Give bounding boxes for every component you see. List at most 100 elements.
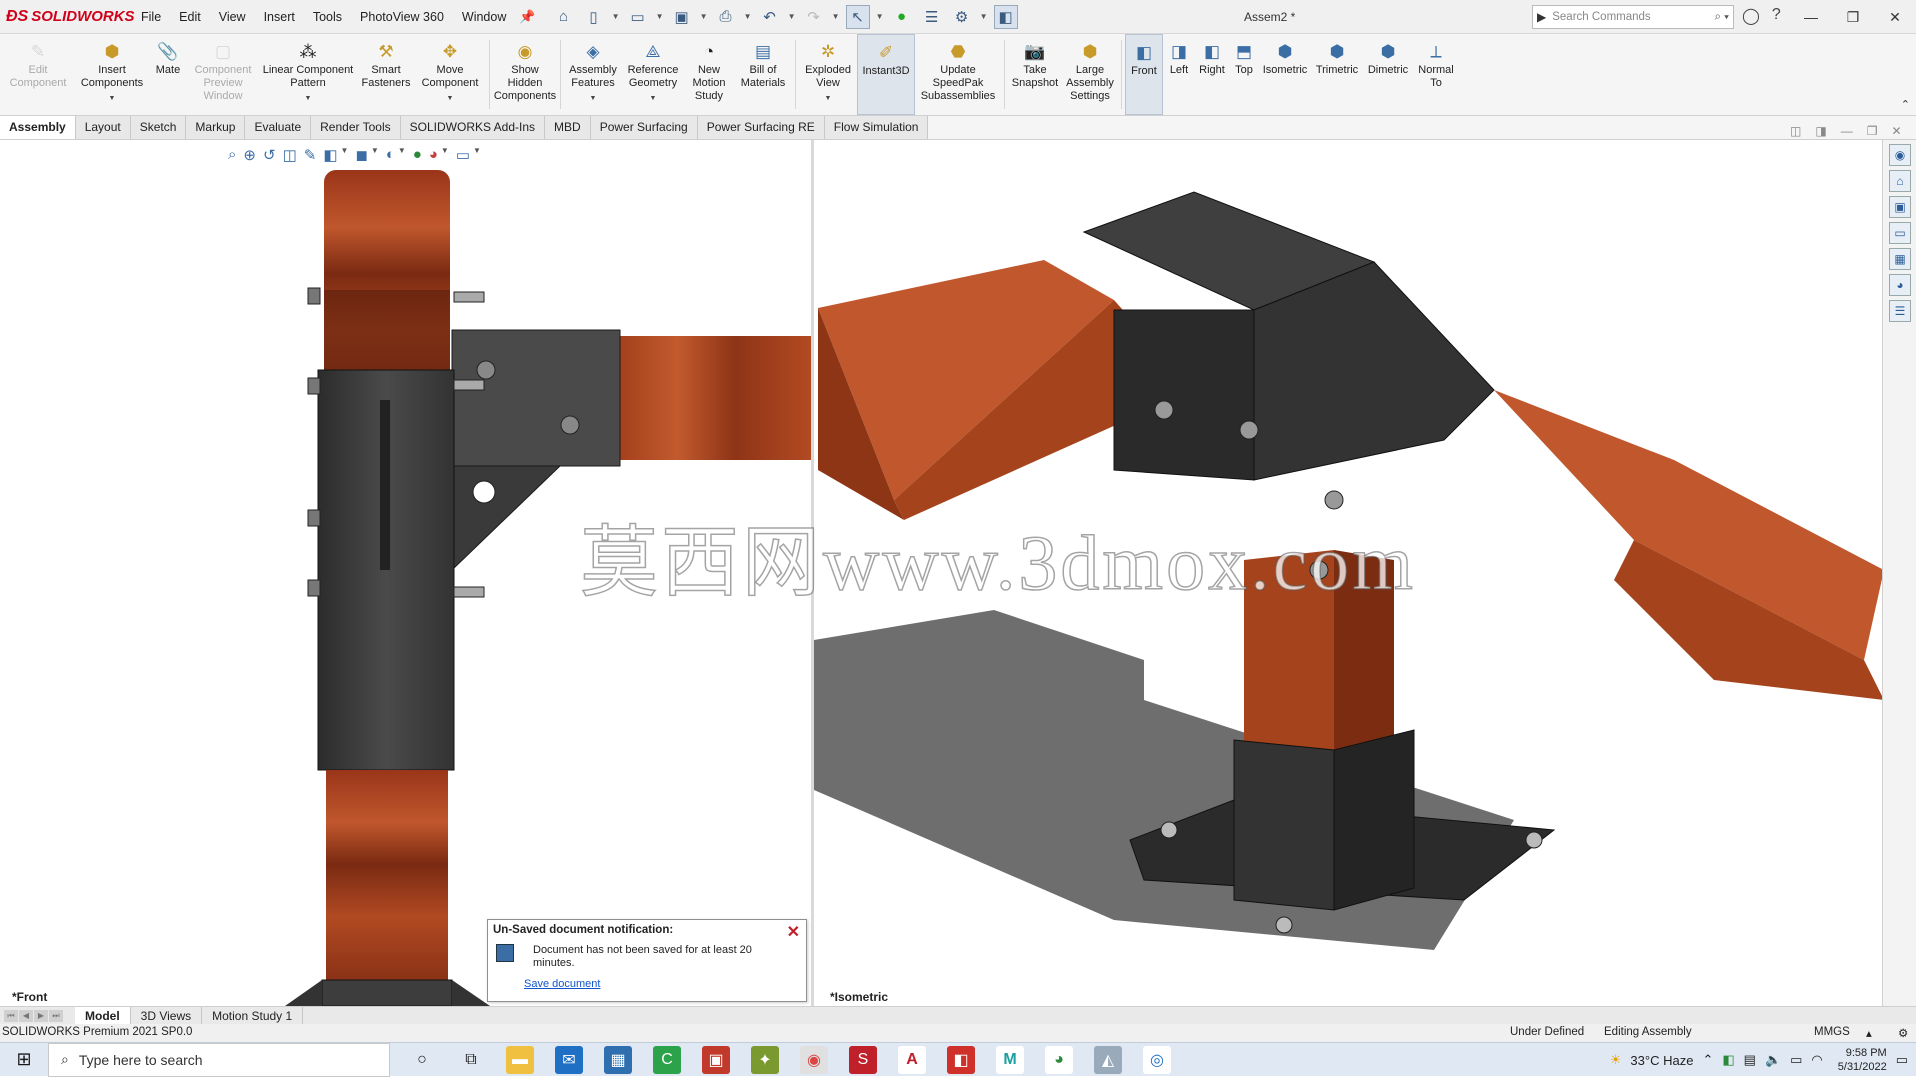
- chevron-down-icon[interactable]: ▼: [700, 12, 708, 21]
- weather-icon[interactable]: ☀: [1610, 1052, 1622, 1068]
- chevron-down-icon[interactable]: ▼: [305, 92, 312, 105]
- chevron-down-icon[interactable]: ▼: [109, 92, 116, 105]
- view-palette-icon[interactable]: ▭: [1889, 222, 1911, 244]
- front-view-button[interactable]: ◧ Front: [1125, 34, 1163, 115]
- chevron-down-icon[interactable]: ▼: [590, 92, 597, 105]
- network-icon[interactable]: ▤: [1744, 1052, 1756, 1068]
- traffic-light-icon[interactable]: ●: [890, 5, 914, 29]
- custom-properties-icon[interactable]: ☰: [1889, 300, 1911, 322]
- tab-markup[interactable]: Markup: [186, 116, 246, 139]
- undo-icon[interactable]: ↶: [758, 5, 782, 29]
- dynamic-annotation-icon[interactable]: ✎: [304, 146, 317, 164]
- maps-icon[interactable]: ◕: [1045, 1045, 1073, 1074]
- minimize-view-icon[interactable]: —: [1841, 124, 1853, 138]
- battery-icon[interactable]: ▭: [1790, 1052, 1802, 1068]
- scenes-icon[interactable]: ◕: [1889, 274, 1911, 296]
- section-view-icon[interactable]: ◫: [283, 146, 297, 164]
- chevron-down-icon[interactable]: ▼: [980, 12, 988, 21]
- save-document-link[interactable]: Save document: [524, 978, 600, 990]
- assembly-features-button[interactable]: ◈ Assembly Features ▼: [564, 34, 622, 115]
- edit-appearance-icon[interactable]: ●: [413, 146, 422, 164]
- last-tab-icon[interactable]: ⏭: [49, 1009, 63, 1022]
- acrobat-icon[interactable]: ◧: [947, 1045, 975, 1074]
- zoom-area-icon[interactable]: ⊕: [243, 146, 256, 164]
- display-style-icon[interactable]: ◼: [355, 146, 367, 164]
- menu-window[interactable]: Window: [453, 0, 515, 34]
- chrome-icon[interactable]: ◉: [800, 1045, 828, 1074]
- restore-icon[interactable]: ❐: [1832, 0, 1874, 34]
- taskbar-search-field[interactable]: ⌕ Type here to search: [48, 1042, 390, 1077]
- options-gear-icon[interactable]: ⚙: [950, 5, 974, 29]
- isometric-button[interactable]: ⬢ Isometric: [1259, 34, 1311, 115]
- right-view-button[interactable]: ◧ Right: [1195, 34, 1229, 115]
- sketchup-icon[interactable]: ◭: [1094, 1045, 1122, 1074]
- close-notification-icon[interactable]: ✕: [787, 922, 800, 942]
- first-tab-icon[interactable]: ⏮: [4, 1009, 18, 1022]
- new-document-icon[interactable]: ▯: [582, 5, 606, 29]
- solidworks-logo[interactable]: ƉS SOLIDWORKS: [0, 8, 135, 26]
- chevron-down-icon[interactable]: ▼: [441, 146, 449, 164]
- menu-tools[interactable]: Tools: [304, 0, 351, 34]
- chevron-down-icon[interactable]: ▼: [656, 12, 664, 21]
- chevron-down-icon[interactable]: ▼: [832, 12, 840, 21]
- move-component-button[interactable]: ✥ Move Component ▼: [414, 34, 486, 115]
- linear-pattern-button[interactable]: ⁂ Linear Component Pattern ▼: [258, 34, 358, 115]
- tab-model[interactable]: Model: [75, 1006, 131, 1025]
- pin-icon[interactable]: 📌: [519, 9, 535, 25]
- design-library-icon[interactable]: ⌂: [1889, 170, 1911, 192]
- close-view-icon[interactable]: ✕: [1891, 124, 1901, 138]
- tab-render-tools[interactable]: Render Tools: [311, 116, 401, 139]
- link-views-icon[interactable]: ◫: [1790, 124, 1801, 138]
- clock[interactable]: 9:58 PM 5/31/2022: [1838, 1046, 1887, 1074]
- app-2023-icon[interactable]: ✦: [751, 1045, 779, 1074]
- component-preview-button[interactable]: ▢ Component Preview Window: [188, 34, 258, 115]
- chevron-down-icon[interactable]: ▼: [788, 12, 796, 21]
- user-account-icon[interactable]: ◯: [1742, 6, 1760, 26]
- customize-status-icon[interactable]: ⚙: [1898, 1026, 1908, 1040]
- view-cube-icon[interactable]: ◧: [993, 4, 1018, 29]
- store-icon[interactable]: ▦: [604, 1045, 632, 1074]
- edit-component-button[interactable]: ✎ Edit Component: [0, 34, 76, 115]
- large-assembly-settings-button[interactable]: ⬢ Large Assembly Settings: [1062, 34, 1118, 115]
- file-explorer-icon[interactable]: ▬: [506, 1045, 534, 1074]
- view-orientation-icon[interactable]: ◧: [323, 146, 337, 164]
- update-speedpak-button[interactable]: ⬣ Update SpeedPak Subassemblies: [915, 34, 1001, 115]
- redo-icon[interactable]: ↷: [802, 5, 826, 29]
- minimize-icon[interactable]: —: [1790, 0, 1832, 34]
- tab-mbd[interactable]: MBD: [545, 116, 591, 139]
- maximize-view-icon[interactable]: ◨: [1815, 124, 1826, 138]
- bill-of-materials-button[interactable]: ▤ Bill of Materials: [734, 34, 792, 115]
- tab-assembly[interactable]: Assembly: [0, 116, 76, 139]
- notifications-icon[interactable]: ▭: [1896, 1052, 1908, 1068]
- menu-insert[interactable]: Insert: [255, 0, 304, 34]
- insert-components-button[interactable]: ⬢ Insert Components ▼: [76, 34, 148, 115]
- help-icon[interactable]: ?: [1772, 6, 1781, 26]
- file-properties-icon[interactable]: ☰: [920, 5, 944, 29]
- tab-sketch[interactable]: Sketch: [130, 116, 187, 139]
- solidworks-taskbar-icon[interactable]: S: [849, 1045, 877, 1074]
- tab-3d-views[interactable]: 3D Views: [131, 1006, 203, 1025]
- chevron-down-icon[interactable]: ▼: [744, 12, 752, 21]
- select-pointer-icon[interactable]: ↖: [845, 4, 870, 29]
- apply-scene-icon[interactable]: ◕: [429, 146, 438, 164]
- home-icon[interactable]: ⌂: [552, 5, 576, 29]
- search-commands-field[interactable]: ▶ Search Commands ⌕ ▾: [1532, 5, 1734, 29]
- windows-start-icon[interactable]: ⊞: [0, 1049, 48, 1070]
- autocad-icon[interactable]: A: [898, 1045, 926, 1074]
- close-icon[interactable]: ✕: [1874, 0, 1916, 34]
- chevron-down-icon[interactable]: ▼: [447, 92, 454, 105]
- smart-fasteners-button[interactable]: ⚒ Smart Fasteners: [358, 34, 414, 115]
- mate-button[interactable]: 📎 Mate: [148, 34, 188, 115]
- tab-power-surfacing-re[interactable]: Power Surfacing RE: [697, 116, 825, 139]
- chevron-up-icon[interactable]: ⌃: [1702, 1052, 1713, 1068]
- instant3d-button[interactable]: ✐ Instant3D: [857, 34, 915, 115]
- previous-view-icon[interactable]: ↺: [263, 146, 276, 164]
- tab-motion-study[interactable]: Motion Study 1: [202, 1006, 304, 1025]
- tab-layout[interactable]: Layout: [75, 116, 131, 139]
- search-icon[interactable]: ⌕ ▾: [1715, 11, 1729, 24]
- screen-recorder-icon[interactable]: ▣: [702, 1045, 730, 1074]
- volume-icon[interactable]: 🔈: [1765, 1052, 1781, 1068]
- tab-addins[interactable]: SOLIDWORKS Add-Ins: [400, 116, 546, 139]
- chevron-down-icon[interactable]: ▼: [398, 146, 406, 164]
- chevron-down-icon[interactable]: ▼: [612, 12, 620, 21]
